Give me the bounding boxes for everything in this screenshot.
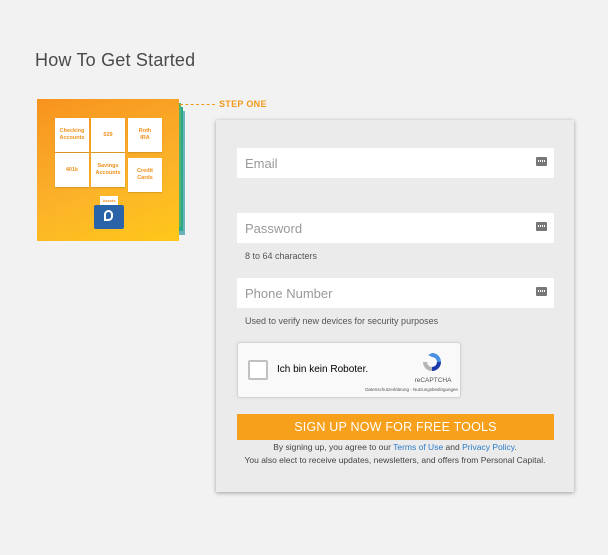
terms-of-use-link[interactable]: Terms of Use xyxy=(393,442,443,452)
legal-suffix: . xyxy=(514,442,517,452)
phone-hint: Used to verify new devices for security … xyxy=(245,316,439,326)
legal-line-1: By signing up, you agree to our Terms of… xyxy=(216,442,574,452)
legal-prefix: By signing up, you agree to our xyxy=(273,442,394,452)
email-input[interactable] xyxy=(237,148,533,178)
account-tile: 401k xyxy=(55,153,89,187)
password-input[interactable] xyxy=(237,213,533,243)
recaptcha-brand: reCAPTCHA xyxy=(414,377,452,384)
account-tile: Credit Cards xyxy=(128,158,162,192)
autofill-keyboard-icon[interactable] xyxy=(536,157,547,166)
password-field-container xyxy=(237,213,554,243)
privacy-policy-link[interactable]: Privacy Policy xyxy=(462,442,514,452)
signup-button[interactable]: SIGN UP NOW FOR FREE TOOLS xyxy=(237,414,554,440)
autofill-keyboard-icon[interactable] xyxy=(536,222,547,231)
step-label: STEP ONE xyxy=(219,99,267,109)
recaptcha-checkbox[interactable] xyxy=(248,360,268,380)
account-tile: Checking Accounts xyxy=(55,118,89,152)
personal-capital-logo-icon xyxy=(104,210,113,221)
account-tile: Roth IRA xyxy=(128,118,162,152)
signup-form-panel: 8 to 64 characters Used to verify new de… xyxy=(216,120,574,492)
autofill-keyboard-icon[interactable] xyxy=(536,287,547,296)
folder-icon: Assets xyxy=(94,196,124,229)
recaptcha-label: Ich bin kein Roboter. xyxy=(277,364,369,375)
recaptcha-widget: Ich bin kein Roboter. reCAPTCHA Datensch… xyxy=(237,342,461,398)
email-field-container xyxy=(237,148,554,178)
account-tile: 529 xyxy=(91,118,125,152)
step-connector-line xyxy=(180,104,215,105)
legal-line-2: You also elect to receive updates, newsl… xyxy=(244,455,546,465)
page-title: How To Get Started xyxy=(35,50,196,70)
password-hint: 8 to 64 characters xyxy=(245,251,318,261)
accounts-card: Checking Accounts 529 Roth IRA 401k Savi… xyxy=(37,99,179,241)
getting-started-illustration: Checking Accounts 529 Roth IRA 401k Savi… xyxy=(37,99,197,241)
legal-and: and xyxy=(443,442,463,452)
phone-input[interactable] xyxy=(237,278,533,308)
phone-field-container xyxy=(237,278,554,308)
recaptcha-links[interactable]: Datenschutzerklärung - Nutzungsbedingung… xyxy=(328,387,458,392)
recaptcha-logo-icon xyxy=(423,353,441,371)
account-tile: Savings Accounts xyxy=(91,153,125,187)
